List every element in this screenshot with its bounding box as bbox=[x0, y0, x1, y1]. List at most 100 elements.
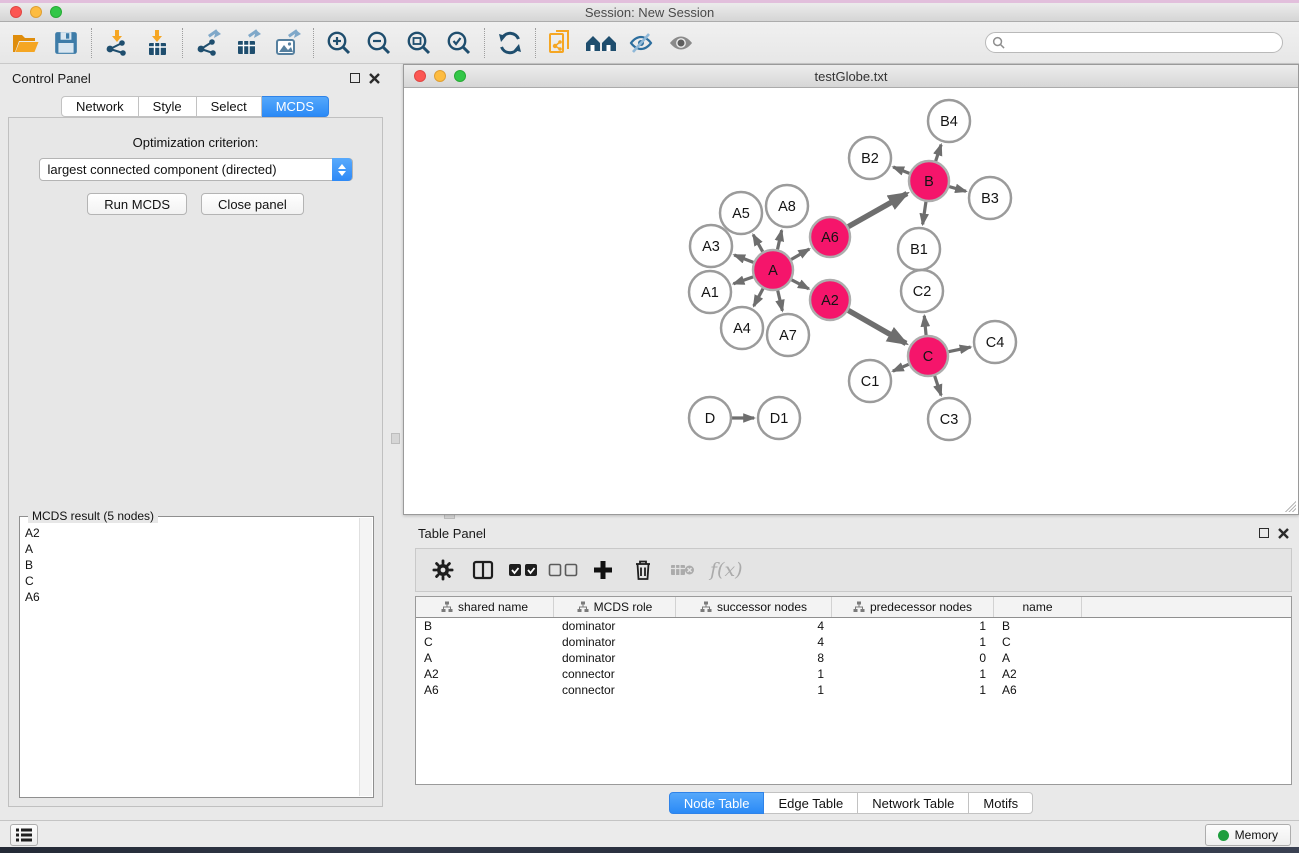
graph-edge-c-c1[interactable] bbox=[893, 364, 909, 371]
graph-node-b2[interactable]: B2 bbox=[849, 137, 891, 179]
table-cell[interactable]: 8 bbox=[676, 651, 832, 665]
graph-node-d1[interactable]: D1 bbox=[758, 397, 800, 439]
graph-edge-c-c2[interactable] bbox=[924, 316, 926, 335]
table-row-a[interactable]: Adominator80A bbox=[416, 650, 1291, 666]
table-cell[interactable]: 1 bbox=[676, 683, 832, 697]
table-cell[interactable]: B bbox=[994, 619, 1082, 633]
graph-node-b3[interactable]: B3 bbox=[969, 177, 1011, 219]
column-header-shared-name[interactable]: shared name bbox=[416, 597, 554, 617]
table-cell[interactable]: connector bbox=[554, 667, 676, 681]
graph-node-c3[interactable]: C3 bbox=[928, 398, 970, 440]
delete-table-button[interactable] bbox=[666, 553, 700, 587]
graph-node-a2[interactable]: A2 bbox=[810, 280, 850, 320]
table-row-a6[interactable]: A6connector11A6 bbox=[416, 682, 1291, 698]
table-cell[interactable]: connector bbox=[554, 683, 676, 697]
graph-node-c4[interactable]: C4 bbox=[974, 321, 1016, 363]
tab-style[interactable]: Style bbox=[139, 96, 197, 117]
graph-edge-c-c4[interactable] bbox=[949, 347, 971, 352]
table-cell[interactable]: A6 bbox=[416, 683, 554, 697]
task-history-button[interactable] bbox=[10, 824, 38, 846]
graph-edge-a-a3[interactable] bbox=[734, 255, 753, 262]
clone-network-button[interactable] bbox=[541, 26, 581, 60]
result-item-a[interactable]: A bbox=[21, 541, 359, 557]
graph-edge-b-b4[interactable] bbox=[936, 145, 941, 161]
delete-column-button[interactable] bbox=[626, 553, 660, 587]
table-cell[interactable]: C bbox=[994, 635, 1082, 649]
tab-motifs[interactable]: Motifs bbox=[969, 792, 1033, 814]
tab-node-table[interactable]: Node Table bbox=[669, 792, 765, 814]
close-panel-button[interactable]: Close panel bbox=[201, 193, 304, 215]
graph-node-a1[interactable]: A1 bbox=[689, 271, 731, 313]
import-table-button[interactable] bbox=[137, 26, 177, 60]
graph-node-a8[interactable]: A8 bbox=[766, 185, 808, 227]
graph-node-b4[interactable]: B4 bbox=[928, 100, 970, 142]
graph-node-c[interactable]: C bbox=[908, 336, 948, 376]
close-panel-icon[interactable] bbox=[369, 73, 380, 84]
search-input[interactable] bbox=[1009, 36, 1282, 50]
table-cell[interactable]: 4 bbox=[676, 619, 832, 633]
settings-gear-button[interactable] bbox=[426, 553, 460, 587]
result-item-c[interactable]: C bbox=[21, 573, 359, 589]
network-window-titlebar[interactable]: testGlobe.txt bbox=[404, 65, 1298, 88]
close-table-panel-icon[interactable] bbox=[1278, 528, 1289, 539]
graph-node-c2[interactable]: C2 bbox=[901, 270, 943, 312]
column-header-successor-nodes[interactable]: successor nodes bbox=[676, 597, 832, 617]
show-all-button[interactable] bbox=[661, 26, 701, 60]
graph-node-a7[interactable]: A7 bbox=[767, 314, 809, 356]
table-cell[interactable]: A6 bbox=[994, 683, 1082, 697]
refresh-button[interactable] bbox=[490, 26, 530, 60]
graph-node-a[interactable]: A bbox=[753, 250, 793, 290]
table-cell[interactable]: A bbox=[994, 651, 1082, 665]
table-cell[interactable]: 4 bbox=[676, 635, 832, 649]
table-cell[interactable]: 0 bbox=[832, 651, 994, 665]
graph-node-d[interactable]: D bbox=[689, 397, 731, 439]
node-table[interactable]: shared nameMCDS rolesuccessor nodesprede… bbox=[415, 596, 1292, 785]
table-cell[interactable]: dominator bbox=[554, 619, 676, 633]
table-cell[interactable]: dominator bbox=[554, 651, 676, 665]
result-item-a6[interactable]: A6 bbox=[21, 589, 359, 605]
result-item-b[interactable]: B bbox=[21, 557, 359, 573]
hide-selected-button[interactable] bbox=[621, 26, 661, 60]
table-cell[interactable]: 1 bbox=[832, 683, 994, 697]
table-cell[interactable]: dominator bbox=[554, 635, 676, 649]
graph-edge-c-c3[interactable] bbox=[935, 376, 941, 395]
table-cell[interactable]: B bbox=[416, 619, 554, 633]
graph-node-a6[interactable]: A6 bbox=[810, 217, 850, 257]
zoom-in-button[interactable] bbox=[319, 26, 359, 60]
run-mcds-button[interactable]: Run MCDS bbox=[87, 193, 187, 215]
memory-button[interactable]: Memory bbox=[1205, 824, 1291, 846]
tab-network-table[interactable]: Network Table bbox=[858, 792, 969, 814]
table-cell[interactable]: 1 bbox=[832, 635, 994, 649]
column-header-predecessor-nodes[interactable]: predecessor nodes bbox=[832, 597, 994, 617]
table-cell[interactable]: 1 bbox=[676, 667, 832, 681]
save-session-button[interactable] bbox=[46, 26, 86, 60]
column-header-name[interactable]: name bbox=[994, 597, 1082, 617]
graph-edge-b-b3[interactable] bbox=[949, 187, 966, 192]
float-table-panel-icon[interactable] bbox=[1259, 528, 1269, 538]
graph-node-a4[interactable]: A4 bbox=[721, 307, 763, 349]
zoom-fit-button[interactable] bbox=[399, 26, 439, 60]
table-cell[interactable]: A bbox=[416, 651, 554, 665]
tab-edge-table[interactable]: Edge Table bbox=[764, 792, 858, 814]
graph-edge-a-a7[interactable] bbox=[778, 290, 783, 310]
first-neighbors-button[interactable] bbox=[581, 26, 621, 60]
open-file-button[interactable] bbox=[6, 26, 46, 60]
table-row-b[interactable]: Bdominator41B bbox=[416, 618, 1291, 634]
export-network-button[interactable] bbox=[188, 26, 228, 60]
table-cell[interactable]: 1 bbox=[832, 619, 994, 633]
graph-edge-a6-b[interactable] bbox=[848, 193, 907, 226]
column-header-mcds-role[interactable]: MCDS role bbox=[554, 597, 676, 617]
add-column-button[interactable] bbox=[586, 553, 620, 587]
table-cell[interactable]: C bbox=[416, 635, 554, 649]
graph-edge-a-a2[interactable] bbox=[792, 280, 809, 289]
graph-node-a5[interactable]: A5 bbox=[720, 192, 762, 234]
result-scrollbar[interactable] bbox=[359, 518, 372, 796]
graph-node-c1[interactable]: C1 bbox=[849, 360, 891, 402]
column-layout-button[interactable] bbox=[466, 553, 500, 587]
mcds-result-list[interactable]: A2ABCA6 bbox=[21, 525, 359, 796]
tab-mcds[interactable]: MCDS bbox=[262, 96, 329, 117]
graph-edge-a-a8[interactable] bbox=[777, 230, 781, 249]
table-cell[interactable]: A2 bbox=[994, 667, 1082, 681]
table-row-c[interactable]: Cdominator41C bbox=[416, 634, 1291, 650]
resize-grip-icon[interactable] bbox=[1283, 499, 1296, 512]
